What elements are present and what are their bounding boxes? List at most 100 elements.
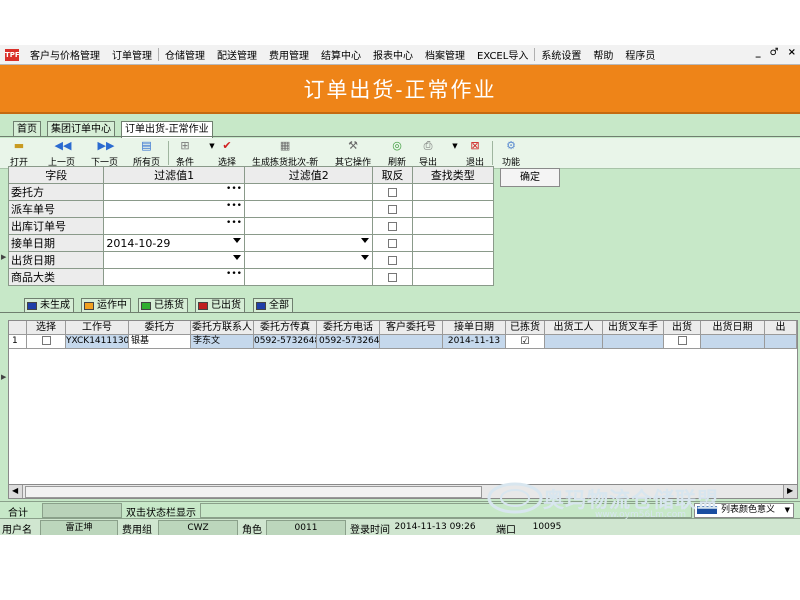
refresh-button[interactable]: ◎ 刷新 <box>388 138 406 169</box>
checkbox-icon[interactable] <box>41 336 51 345</box>
filter-search-type[interactable] <box>411 200 495 218</box>
grid-header-client-ref[interactable]: 客户委托号 <box>380 321 443 335</box>
filter-value1-input[interactable]: ••• <box>103 200 245 218</box>
menu-help[interactable]: 帮助 <box>587 47 619 62</box>
filter-value2-input[interactable] <box>243 268 374 286</box>
export-dropdown[interactable]: ▼ <box>448 138 462 168</box>
grid-header-client[interactable]: 委托方 <box>129 321 191 335</box>
confirm-button[interactable]: 确定 <box>500 168 560 187</box>
checkbox-icon[interactable] <box>388 222 398 231</box>
select-button[interactable]: ✔ 选择 <box>218 138 236 169</box>
filter-value2-input[interactable] <box>243 183 374 201</box>
menu-excel-import[interactable]: EXCEL导入 <box>471 47 534 62</box>
menu-reports[interactable]: 报表中心 <box>367 47 419 62</box>
checkbox-icon[interactable] <box>388 273 398 282</box>
filter-search-type[interactable] <box>411 234 495 252</box>
conditions-dropdown[interactable]: ▼ <box>205 138 219 168</box>
filter-negate-checkbox[interactable] <box>372 217 413 235</box>
checkbox-icon[interactable] <box>677 336 687 345</box>
checkbox-icon[interactable] <box>388 205 398 214</box>
filter-negate-checkbox[interactable] <box>372 251 413 269</box>
scroll-right-button[interactable]: ▶ <box>783 485 797 498</box>
collapse-arrow-icon[interactable]: ▶ <box>1 253 6 261</box>
ellipsis-icon[interactable]: ••• <box>226 184 242 194</box>
filter-value1-select[interactable]: 2014-10-29 <box>103 234 245 252</box>
legend-select[interactable]: 列表颜色意义 ▼ <box>694 503 794 518</box>
table-row[interactable]: 1 YXCK14111300 银基 李东文 0592-5732648 0592-… <box>9 335 797 349</box>
checkbox-icon[interactable] <box>388 188 398 197</box>
filter-negate-checkbox[interactable] <box>372 183 413 201</box>
grid-header-ship-date[interactable]: 出货日期 <box>701 321 765 335</box>
tab-home[interactable]: 首页 <box>13 121 41 137</box>
open-button[interactable]: ▬ 打开 <box>10 138 28 169</box>
grid-header-picked[interactable]: 已拣货 <box>506 321 545 335</box>
filter-search-type[interactable] <box>411 183 495 201</box>
menu-programmer[interactable]: 程序员 <box>619 47 661 62</box>
grid-header-contact[interactable]: 委托方联系人 <box>191 321 254 335</box>
grid-header-order-date[interactable]: 接单日期 <box>443 321 506 335</box>
chevron-down-icon[interactable] <box>361 238 370 243</box>
filter-value2-input[interactable] <box>243 200 374 218</box>
previous-page-button[interactable]: ◀◀ 上一页 <box>48 138 75 169</box>
menu-delivery[interactable]: 配送管理 <box>211 47 263 62</box>
row-select-checkbox[interactable] <box>27 335 66 349</box>
status-hint[interactable]: 双击状态栏显示 <box>126 504 196 519</box>
exit-button[interactable]: ⊠ 退出 <box>466 138 484 169</box>
tab-all[interactable]: 全部 <box>253 298 293 312</box>
close-icon[interactable]: × <box>788 47 796 58</box>
checkbox-icon[interactable] <box>388 256 398 265</box>
tab-not-generated[interactable]: 未生成 <box>24 298 74 312</box>
grid-header-ship-worker[interactable]: 出货工人 <box>545 321 603 335</box>
filter-search-type[interactable] <box>411 217 495 235</box>
grid-header-phone[interactable]: 委托方电话 <box>317 321 380 335</box>
filter-search-type[interactable] <box>411 251 495 269</box>
checkbox-icon[interactable] <box>388 239 398 248</box>
tab-shipped[interactable]: 已出货 <box>195 298 245 312</box>
restore-icon[interactable]: ♂ <box>770 47 779 58</box>
function-button[interactable]: ⚙ 功能 <box>502 138 520 169</box>
filter-value1-input[interactable]: ••• <box>103 217 245 235</box>
ellipsis-icon[interactable]: ••• <box>226 269 242 279</box>
next-page-button[interactable]: ▶▶ 下一页 <box>91 138 118 169</box>
tab-in-progress[interactable]: 运作中 <box>81 298 131 312</box>
tab-picked[interactable]: 已拣货 <box>138 298 188 312</box>
menu-system-settings[interactable]: 系统设置 <box>535 47 587 62</box>
filter-negate-checkbox[interactable] <box>372 268 413 286</box>
filter-value2-select[interactable] <box>243 234 374 252</box>
collapse-arrow-icon[interactable]: ▶ <box>1 373 6 381</box>
chevron-down-icon[interactable] <box>361 255 370 260</box>
grid-header-shipped[interactable]: 出货 <box>664 321 701 335</box>
all-pages-button[interactable]: ▤ 所有页 <box>133 138 160 169</box>
tab-group-orders[interactable]: 集团订单中心 <box>47 121 115 137</box>
menu-warehouse[interactable]: 仓储管理 <box>159 47 211 62</box>
filter-search-type[interactable] <box>411 268 495 286</box>
filter-value2-input[interactable] <box>243 217 374 235</box>
filter-value1-input[interactable]: ••• <box>103 268 245 286</box>
scrollbar-thumb[interactable] <box>25 486 482 498</box>
filter-negate-checkbox[interactable] <box>372 234 413 252</box>
conditions-button[interactable]: ⊞ 条件 <box>176 138 194 169</box>
filter-value2-select[interactable] <box>243 251 374 269</box>
ellipsis-icon[interactable]: ••• <box>226 201 242 211</box>
grid-header-forklift[interactable]: 出货叉车手 <box>603 321 664 335</box>
scroll-left-button[interactable]: ◀ <box>9 485 23 498</box>
menu-cost[interactable]: 费用管理 <box>263 47 315 62</box>
filter-negate-checkbox[interactable] <box>372 200 413 218</box>
horizontal-scrollbar[interactable]: ◀ ▶ <box>8 484 798 499</box>
filter-value1-select[interactable] <box>103 251 245 269</box>
menu-archives[interactable]: 档案管理 <box>419 47 471 62</box>
grid-header-job-no[interactable]: 工作号 <box>66 321 129 335</box>
grid-header-more[interactable]: 出 <box>765 321 797 335</box>
ellipsis-icon[interactable]: ••• <box>226 218 242 228</box>
filter-value1-input[interactable]: ••• <box>103 183 245 201</box>
menu-order[interactable]: 订单管理 <box>106 47 158 62</box>
menu-settlement[interactable]: 结算中心 <box>315 47 367 62</box>
other-actions-button[interactable]: ⚒ 其它操作 <box>335 138 371 169</box>
export-button[interactable]: ⎙ 导出 <box>419 138 437 169</box>
grid-header-fax[interactable]: 委托方传真 <box>254 321 317 335</box>
minimize-icon[interactable]: _ <box>756 47 761 58</box>
chevron-down-icon[interactable]: ▼ <box>785 504 790 517</box>
menu-client-price[interactable]: 客户与价格管理 <box>24 47 106 62</box>
row-shipped-checkbox[interactable] <box>664 335 701 349</box>
chevron-down-icon[interactable] <box>232 238 241 243</box>
